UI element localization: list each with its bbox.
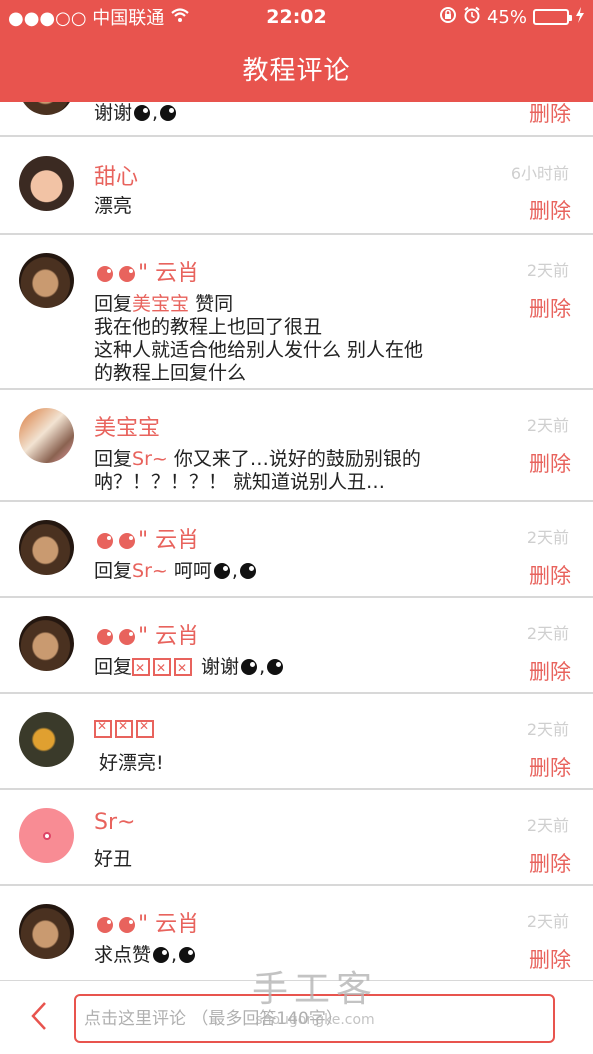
charging-icon bbox=[575, 6, 585, 28]
reply-target[interactable]: Sr~ bbox=[132, 448, 168, 470]
avatar[interactable] bbox=[19, 904, 74, 959]
comment-input[interactable] bbox=[74, 994, 555, 1043]
comment-text: 回复美宝宝 赞同 我在他的教程上也回了很丑 这种人就适合他给别人发什么 别人在他 … bbox=[94, 293, 424, 384]
comment-time: 6小时前 bbox=[510, 164, 569, 183]
comment-text: 回复Sr~ 你又来了…说好的鼓励别银的 呐？！？！？！ 就知道说别人丑… bbox=[94, 448, 421, 493]
comment-username[interactable]: " 云肖 bbox=[94, 522, 199, 554]
delete-button[interactable]: 删除 bbox=[529, 656, 571, 686]
comment-username[interactable]: 美宝宝 bbox=[94, 410, 160, 442]
delete-button[interactable]: 删除 bbox=[529, 293, 571, 323]
delete-button[interactable]: 删除 bbox=[529, 195, 571, 225]
comment-username[interactable]: " 云肖 bbox=[94, 255, 199, 287]
reply-target[interactable]: Sr~ bbox=[132, 560, 168, 582]
delete-button[interactable]: 删除 bbox=[529, 448, 571, 478]
status-bar: ●●●○○ 中国联通 22:02 45% bbox=[0, 0, 593, 34]
comment-item: " 云肖 2天前 回复美宝宝 赞同 我在他的教程上也回了很丑 这种人就适合他给别人… bbox=[0, 235, 593, 390]
avatar[interactable] bbox=[19, 616, 74, 671]
avatar[interactable] bbox=[19, 102, 74, 115]
comment-text: 漂亮 bbox=[94, 195, 133, 217]
battery-icon bbox=[533, 9, 572, 25]
delete-button[interactable]: 删除 bbox=[529, 102, 571, 128]
comment-username[interactable]: " 云肖 bbox=[94, 906, 199, 938]
comment-username[interactable]: 甜心 bbox=[94, 159, 138, 191]
comment-time: 2天前 bbox=[526, 816, 569, 835]
comment-item: 谢谢, 删除 bbox=[0, 102, 593, 137]
comment-text: 好漂亮! bbox=[99, 752, 164, 774]
comment-time: 2天前 bbox=[526, 624, 569, 643]
comment-item: 美宝宝 2天前 回复Sr~ 你又来了…说好的鼓励别银的 呐？！？！？！ 就知道说… bbox=[0, 390, 593, 502]
delete-button[interactable]: 删除 bbox=[529, 560, 571, 590]
delete-button[interactable]: 删除 bbox=[529, 848, 571, 878]
comment-time: 2天前 bbox=[526, 528, 569, 547]
comment-item: " 云肖 2天前 求点赞, 删除 bbox=[0, 886, 593, 980]
comment-username[interactable]: Sr~ bbox=[94, 810, 135, 835]
nav-bar: 教程评论 bbox=[0, 34, 593, 102]
avatar[interactable] bbox=[19, 520, 74, 575]
comment-text: 回复Sr~ 呵呵, bbox=[94, 560, 474, 583]
comment-list[interactable]: 谢谢, 删除 甜心 6小时前 漂亮 删除 " 云肖 2天前 回复美宝宝 赞同 我在… bbox=[0, 102, 593, 980]
comment-time: 2天前 bbox=[526, 912, 569, 931]
avatar[interactable] bbox=[19, 156, 74, 211]
comment-item: 2天前 好漂亮! 删除 bbox=[0, 694, 593, 790]
delete-button[interactable]: 删除 bbox=[529, 752, 571, 782]
alarm-icon bbox=[463, 6, 481, 29]
comment-username[interactable] bbox=[94, 716, 157, 741]
comment-item: " 云肖 2天前 回复Sr~ 呵呵, 删除 bbox=[0, 502, 593, 598]
avatar[interactable] bbox=[19, 253, 74, 308]
comment-item: " 云肖 2天前 回复 谢谢, 删除 bbox=[0, 598, 593, 694]
comment-time: 2天前 bbox=[526, 416, 569, 435]
avatar[interactable] bbox=[19, 808, 74, 863]
chevron-left-icon[interactable] bbox=[30, 1001, 48, 1037]
comment-username[interactable]: " 云肖 bbox=[94, 618, 199, 650]
comment-text: 回复 谢谢, bbox=[94, 656, 474, 680]
comment-item: Sr~ 2天前 好丑 删除 bbox=[0, 790, 593, 886]
comment-bar bbox=[0, 980, 593, 1054]
comment-text: 求点赞, bbox=[94, 944, 474, 967]
battery-percent: 45% bbox=[486, 6, 527, 28]
comment-item: 甜心 6小时前 漂亮 删除 bbox=[0, 137, 593, 235]
carrier-label: ●●●○○ 中国联通 bbox=[8, 8, 165, 29]
comment-text: 好丑 bbox=[94, 848, 133, 870]
avatar[interactable] bbox=[19, 712, 74, 767]
delete-button[interactable]: 删除 bbox=[529, 944, 571, 974]
reply-target[interactable]: 美宝宝 bbox=[132, 293, 189, 315]
comment-text: 谢谢, bbox=[94, 102, 474, 125]
rotation-lock-icon bbox=[439, 6, 457, 29]
comment-time: 2天前 bbox=[526, 261, 569, 280]
wifi-icon bbox=[170, 7, 190, 28]
comment-time: 2天前 bbox=[526, 720, 569, 739]
avatar[interactable] bbox=[19, 408, 74, 463]
page-title: 教程评论 bbox=[242, 55, 351, 86]
